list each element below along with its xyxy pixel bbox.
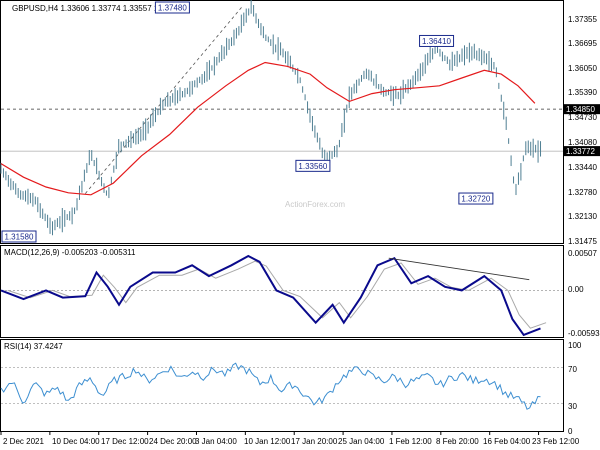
rsi-tick-label: 100 [568,341,582,350]
macd-tick-label: 0.00 [568,285,584,294]
macd-panel-frame [0,245,564,338]
price-level-label: 1.33560 [298,162,327,171]
macd-divergence-line [388,257,530,281]
reference-price-label: 1.34850 [566,105,595,114]
x-tick-label: 23 Feb 12:00 [532,437,580,446]
price-layer: 1.34850 1.33772 [0,0,600,435]
reference-price-label: 1.33772 [566,147,595,156]
macd-header: MACD(12,26,9) -0.005203 -0.005311 [4,248,136,257]
price-tick-label: 1.31475 [568,237,597,246]
macd-signal-line [7,260,547,329]
price-level-label: 1.31580 [5,233,34,242]
rsi-panel-frame [0,339,564,432]
rsi-tick-label: 30 [568,402,577,411]
macd-tick-label: -0.00593 [568,329,600,338]
x-tick-label: 3 Jan 04:00 [195,437,237,446]
rsi-layer [0,362,563,410]
moving-average-line [0,61,536,196]
x-tick-label: 10 Dec 04:00 [52,437,100,446]
x-tick-label: 16 Feb 04:00 [483,437,531,446]
x-tick-label: 10 Jan 12:00 [244,437,291,446]
macd-tick-label: 0.00507 [568,249,597,258]
price-tick-label: 1.36050 [568,64,597,73]
price-tick-label: 1.34080 [568,138,597,147]
rsi-line [0,362,541,410]
forex-chart: ActionForex.com GBPUSD,H4 1.33606 1.3377… [0,0,600,446]
price-level-label: 1.36410 [422,37,451,46]
price-tick-label: 1.33440 [568,163,597,172]
x-axis-labels: 2 Dec 2021 10 Dec 04:00 17 Dec 12:00 24 … [3,437,580,446]
x-tick-label: 25 Jan 04:00 [338,437,385,446]
uptrend-line [84,5,243,194]
price-tick-label: 1.35390 [568,88,597,97]
x-tick-label: 17 Dec 12:00 [101,437,149,446]
price-tick-label: 1.32780 [568,188,597,197]
rsi-header: RSI(14) 37.4247 [4,342,63,351]
price-level-label: 1.32720 [461,195,490,204]
x-tick-label: 24 Dec 20:00 [149,437,197,446]
price-axis-labels: 1.37355 1.36695 1.36050 1.35390 1.34730 … [568,15,597,246]
watermark: ActionForex.com [285,200,345,209]
price-panel-frame [0,0,564,244]
price-tick-label: 1.37355 [568,15,597,24]
x-tick-label: 17 Jan 20:00 [291,437,338,446]
x-tick-label: 1 Feb 12:00 [389,437,432,446]
macd-line [0,254,541,337]
macd-layer [0,254,563,337]
rsi-tick-label: 70 [568,365,577,374]
price-tick-label: 1.36695 [568,39,597,48]
price-tick-label: 1.34730 [568,113,597,122]
annotation-layer: 1.37480 1.36410 1.33560 1.32720 1.31580 [1,1,494,243]
price-level-label: 1.37480 [158,4,187,13]
rsi-tick-label: 0 [568,427,573,436]
x-tick-label: 8 Feb 20:00 [436,437,479,446]
x-tick-label: 2 Dec 2021 [3,437,44,446]
price-tick-label: 1.32130 [568,212,597,221]
